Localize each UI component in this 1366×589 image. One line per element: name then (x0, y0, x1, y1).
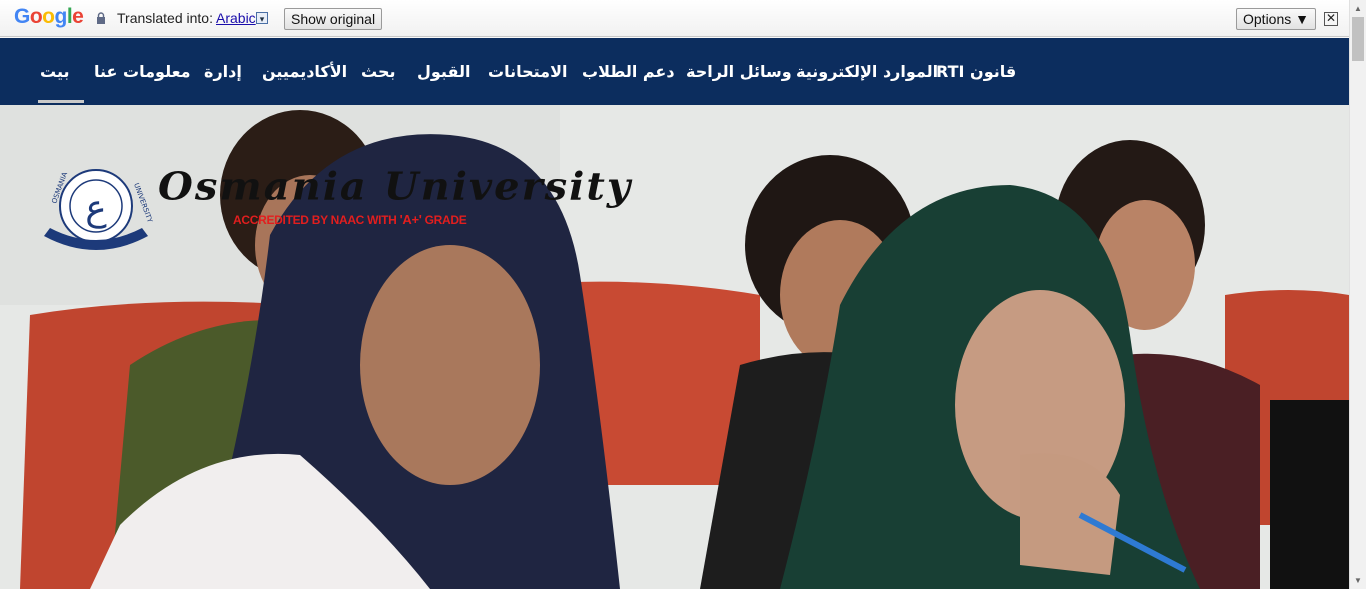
accreditation-line: ACCREDITED BY NAAC WITH 'A+' GRADE (233, 212, 467, 227)
target-language-link[interactable]: Arabic (216, 10, 256, 26)
nav-item-student-support[interactable]: دعم الطلاب (582, 62, 675, 81)
translate-bar: Google Translated into: Arabic ▾ Show or… (0, 0, 1366, 37)
nav-item-e-resources[interactable]: الموارد الإلكترونية (796, 62, 938, 81)
nav-item-amenities[interactable]: وسائل الراحة (686, 62, 792, 81)
close-icon[interactable]: ✕ (1324, 12, 1338, 26)
nav-item-home[interactable]: بيت (40, 62, 69, 81)
translated-into-label: Translated into: (117, 10, 213, 26)
hero-banner: ع OSMANIA UNIVERSITY Osmania University … (0, 105, 1349, 589)
university-logo[interactable]: ع OSMANIA UNIVERSITY Osmania University … (38, 162, 630, 256)
nav-item-rti-act[interactable]: RTI قانون (936, 62, 1016, 81)
svg-text:ع: ع (85, 188, 107, 229)
main-navbar: بيت معلومات عنا إدارة الأكاديميين بحث ال… (0, 38, 1349, 105)
language-dropdown-icon[interactable]: ▾ (256, 12, 268, 24)
nav-item-about[interactable]: معلومات عنا (94, 62, 191, 81)
nav-active-indicator (38, 100, 84, 103)
nav-item-examinations[interactable]: الامتحانات (488, 62, 567, 81)
google-logo: Google (14, 5, 84, 28)
nav-item-administration[interactable]: إدارة (204, 62, 242, 81)
page-scrollbar[interactable]: ▲ ▼ (1349, 0, 1366, 589)
accreditation-grade: 'A+' (399, 212, 422, 227)
nav-item-academics[interactable]: الأكاديميين (262, 62, 347, 81)
accreditation-prefix: ACCREDITED BY NAAC WITH (233, 213, 400, 227)
university-name: Osmania University (158, 164, 633, 209)
seal-label-right: UNIVERSITY (132, 182, 154, 224)
scrollbar-thumb[interactable] (1352, 17, 1364, 61)
scroll-up-icon[interactable]: ▲ (1350, 0, 1366, 17)
university-seal-icon: ع OSMANIA UNIVERSITY (44, 169, 154, 250)
options-button[interactable]: Options ▼ (1236, 8, 1316, 30)
nav-item-admissions[interactable]: القبول (417, 62, 470, 81)
accreditation-suffix: GRADE (421, 213, 467, 227)
nav-item-research[interactable]: بحث (361, 62, 395, 81)
show-original-button[interactable]: Show original (284, 8, 383, 30)
lock-icon (97, 12, 105, 24)
scroll-down-icon[interactable]: ▼ (1350, 572, 1366, 589)
